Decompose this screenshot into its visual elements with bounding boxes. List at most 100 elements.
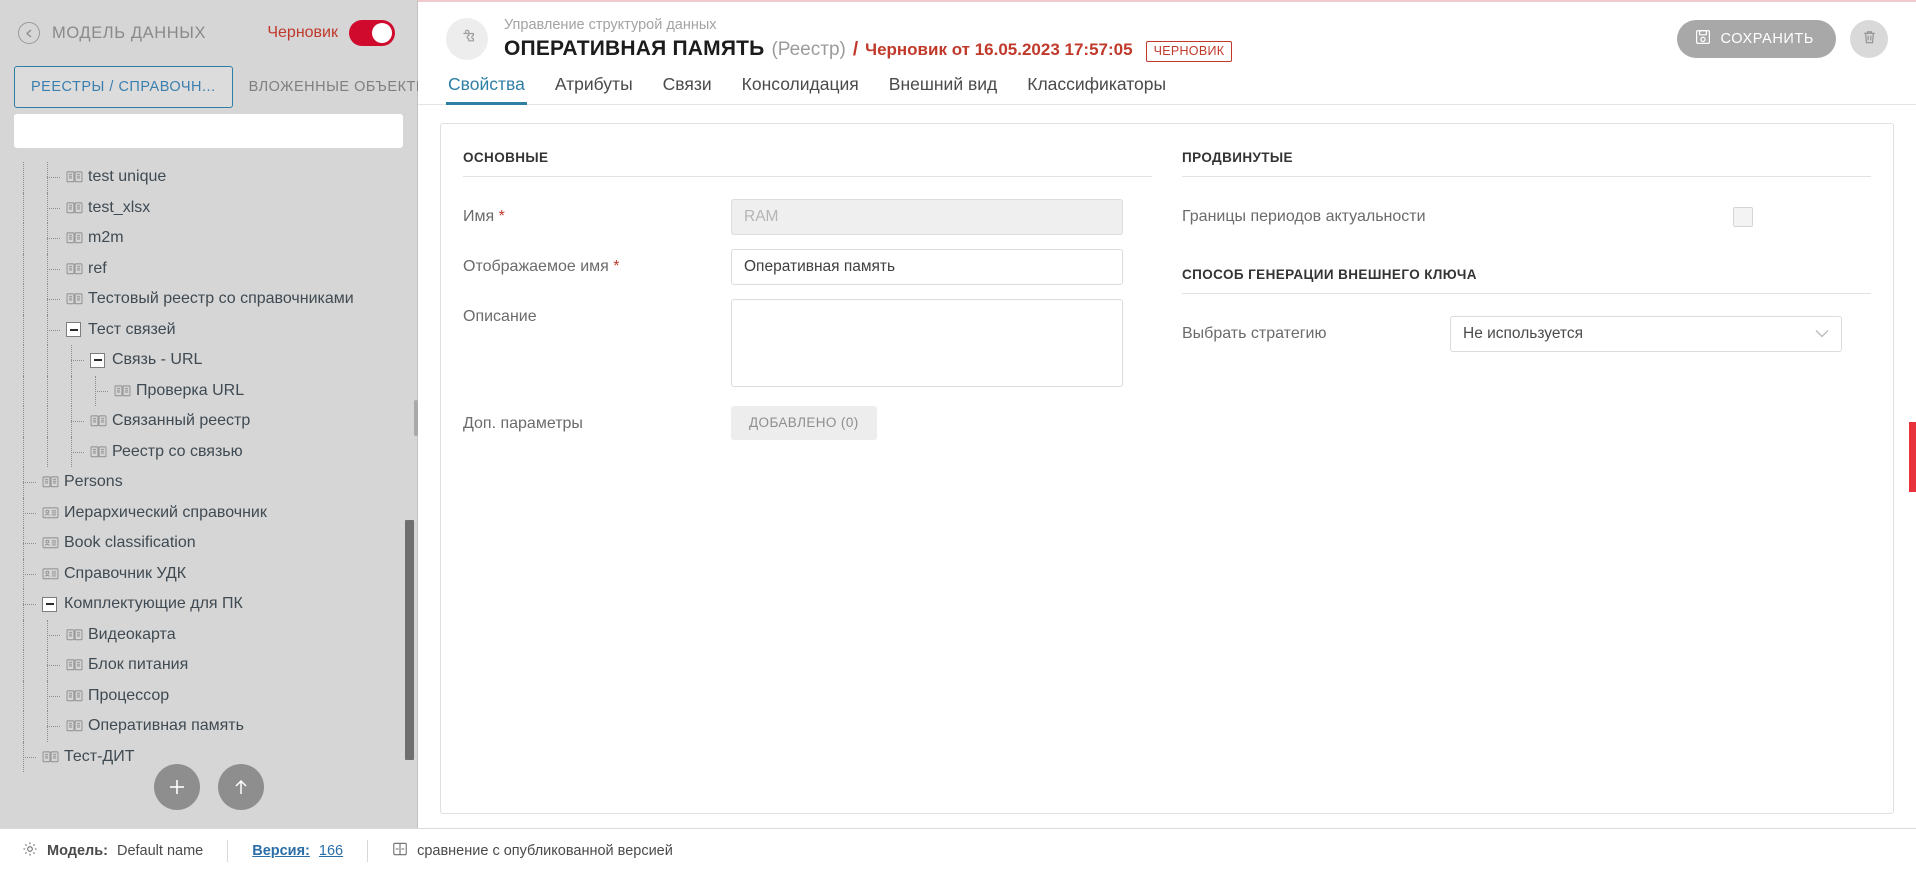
tree-item[interactable]: Связанный реестр <box>18 406 417 437</box>
sidebar-header-right: Черновик <box>267 20 395 46</box>
puzzle-piece-icon <box>446 18 488 60</box>
status-model-key: Модель: <box>47 843 108 859</box>
registry-book-icon <box>66 170 88 184</box>
field-label-extra-params: Доп. параметры <box>463 406 731 433</box>
tree-item-label: Связанный реестр <box>112 413 250 429</box>
tree-item[interactable]: Блок питания <box>18 650 417 681</box>
tree-item[interactable]: Процессор <box>18 681 417 712</box>
tab-консолидация[interactable]: Консолидация <box>740 74 861 104</box>
name-input[interactable] <box>731 199 1123 235</box>
move-up-button[interactable] <box>218 764 264 810</box>
tab-внешний-вид[interactable]: Внешний вид <box>887 74 999 104</box>
tree-expander-collapse[interactable] <box>90 353 105 368</box>
save-button[interactable]: СОХРАНИТЬ <box>1677 20 1837 58</box>
tree-guide <box>18 284 42 315</box>
search-input[interactable] <box>14 114 403 148</box>
tree-item[interactable]: Тестовый реестр со справочниками <box>18 284 417 315</box>
field-extra-params: Доп. параметры ДОБАВЛЕНО (0) <box>463 406 1152 440</box>
sidebar-scrollbar[interactable] <box>405 150 414 770</box>
tree-expander-collapse[interactable] <box>42 597 57 612</box>
sidebar-fab-bar <box>0 764 417 810</box>
tree-scroll-area: test uniquetest_xlsxm2mref Тестовый реест… <box>0 156 417 828</box>
header-actions: СОХРАНИТЬ <box>1677 16 1889 58</box>
description-textarea[interactable] <box>731 299 1123 387</box>
strategy-select[interactable]: Не используется <box>1450 316 1842 352</box>
tree-item[interactable]: Комплектующие для ПК <box>18 589 417 620</box>
chevron-left-circle-icon[interactable] <box>18 22 40 44</box>
tree-item-label: Тестовый реестр со справочниками <box>88 291 354 307</box>
delete-button[interactable] <box>1850 20 1888 58</box>
title-line: ОПЕРАТИВНАЯ ПАМЯТЬ (Реестр) / Черновик о… <box>504 37 1657 62</box>
dictionary-card-icon <box>42 506 64 520</box>
field-name: Имя * <box>463 199 1152 235</box>
section-rule-foreign-key <box>1182 293 1871 294</box>
registry-book-icon <box>42 475 64 489</box>
tree-item[interactable]: Иерархический справочник <box>18 498 417 529</box>
main-pane: Управление структурой данных ОПЕРАТИВНАЯ… <box>418 0 1916 828</box>
registry-book-icon <box>66 628 88 642</box>
status-version[interactable]: Версия: 166 <box>228 840 367 862</box>
tree-guide <box>18 437 42 468</box>
actuality-bounds-checkbox[interactable] <box>1733 207 1753 227</box>
registry-book-icon <box>42 750 64 764</box>
control-actuality-bounds <box>1482 199 1871 227</box>
chevron-down-icon <box>1815 325 1829 343</box>
tree-item[interactable]: m2m <box>18 223 417 254</box>
section-title-advanced: ПРОДВИНУТЫЕ <box>1182 150 1871 176</box>
tree-item[interactable]: Видеокарта <box>18 620 417 651</box>
tree-item-label: Тест связей <box>88 322 176 338</box>
sidebar-tab-nested-objects[interactable]: ВЛОЖЕННЫЕ ОБЪЕКТЫ <box>233 66 446 108</box>
tab-свойства[interactable]: Свойства <box>446 74 527 104</box>
tree-guide <box>18 620 42 651</box>
tab-атрибуты[interactable]: Атрибуты <box>553 74 635 104</box>
field-label-strategy: Выбрать стратегию <box>1182 316 1450 343</box>
status-version-key: Версия: <box>252 843 310 859</box>
main-tabs: Свойства Атрибуты Связи Консолидация Внешний… <box>418 62 1916 105</box>
tree-guide <box>18 223 42 254</box>
tree-guide <box>42 254 66 285</box>
tree-item[interactable]: Справочник УДК <box>18 559 417 590</box>
status-model: Модель: Default name <box>22 840 227 862</box>
tree-expander-collapse[interactable] <box>66 322 81 337</box>
control-display-name <box>731 249 1123 285</box>
tree-item-label: Book classification <box>64 535 196 551</box>
extra-params-button[interactable]: ДОБАВЛЕНО (0) <box>731 406 877 440</box>
tree-item-label: Реестр со связью <box>112 444 243 460</box>
tree-item[interactable]: Persons <box>18 467 417 498</box>
tree-item[interactable]: Реестр со связью <box>18 437 417 468</box>
tree-item[interactable]: Book classification <box>18 528 417 559</box>
tree-item[interactable]: test unique <box>18 162 417 193</box>
title-separator: / <box>853 39 858 61</box>
dictionary-card-icon <box>42 567 64 581</box>
tree-item[interactable]: Тест связей <box>18 315 417 346</box>
tree-item[interactable]: test_xlsx <box>18 193 417 224</box>
label-text-name: Имя <box>463 208 494 225</box>
tree-item-label: Persons <box>64 474 123 490</box>
tree-item[interactable]: Оперативная память <box>18 711 417 742</box>
tree-guide <box>18 376 42 407</box>
add-object-button[interactable] <box>154 764 200 810</box>
label-text-display-name: Отображаемое имя <box>463 258 609 275</box>
tree-item-label: Иерархический справочник <box>64 505 267 521</box>
tree-guide <box>18 254 42 285</box>
tab-классификаторы[interactable]: Классификаторы <box>1025 74 1168 104</box>
sidebar-tab-registries[interactable]: РЕЕСТРЫ / СПРАВОЧН... <box>14 66 233 108</box>
sidebar-header-left: МОДЕЛЬ ДАННЫХ <box>18 22 206 44</box>
tree-guide <box>18 406 42 437</box>
tree-item[interactable]: Проверка URL <box>18 376 417 407</box>
object-tree: test uniquetest_xlsxm2mref Тестовый реест… <box>0 162 417 772</box>
draft-toggle[interactable] <box>349 20 395 46</box>
registry-book-icon <box>66 658 88 672</box>
sidebar-scrollbar-thumb[interactable] <box>405 520 414 760</box>
registry-book-icon <box>66 262 88 276</box>
strategy-select-value: Не используется <box>1463 325 1583 343</box>
tree-item[interactable]: ref <box>18 254 417 285</box>
tree-item[interactable]: Связь - URL <box>18 345 417 376</box>
field-actuality-bounds: Границы периодов актуальности <box>1182 199 1871 227</box>
tab-связи[interactable]: Связи <box>661 74 714 104</box>
tree-guide <box>42 284 66 315</box>
status-compare[interactable]: сравнение с опубликованной версией <box>368 840 697 862</box>
tree-item-label: Оперативная память <box>88 718 244 734</box>
display-name-input[interactable] <box>731 249 1123 285</box>
field-label-display-name: Отображаемое имя * <box>463 249 731 276</box>
